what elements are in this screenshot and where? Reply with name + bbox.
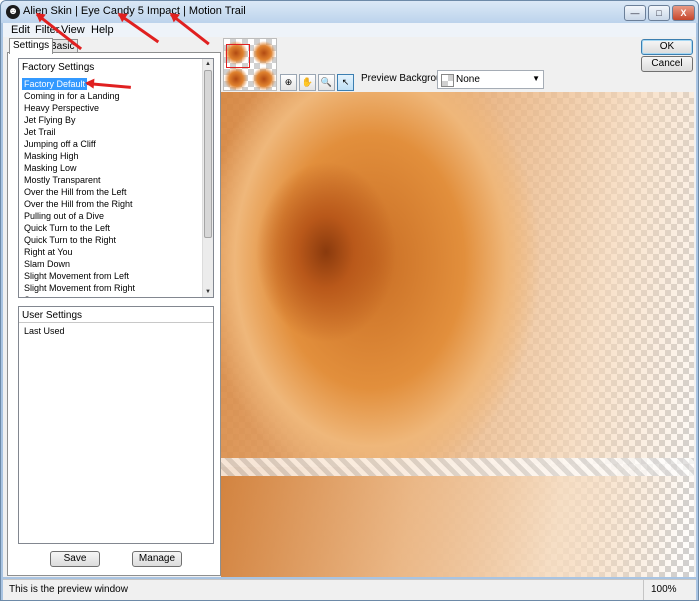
pointer-icon[interactable]: ↖ — [337, 74, 354, 91]
ok-button[interactable]: OK — [641, 39, 693, 55]
chevron-down-icon: ▼ — [532, 74, 540, 83]
scroll-up-icon[interactable]: ▲ — [203, 59, 213, 69]
main-window: ☻ Alien Skin | Eye Candy 5 Impact | Moti… — [0, 0, 699, 601]
zoom-level: 100% — [651, 584, 677, 595]
factory-settings-list[interactable]: Factory Settings Factory Default Coming i… — [18, 58, 214, 298]
factory-scrollbar[interactable]: ▲ ▼ — [202, 59, 213, 297]
list-item[interactable]: Coming in for a Landing — [22, 90, 122, 102]
list-item[interactable]: Over the Hill from the Right — [22, 198, 135, 210]
zoom-icon[interactable]: 🔍 — [318, 74, 335, 91]
before-after-icon[interactable]: ⊕ — [280, 74, 297, 91]
preview-window[interactable] — [221, 92, 694, 577]
list-item[interactable]: Superman — [22, 294, 68, 297]
swatch-icon — [441, 74, 454, 87]
minimize-button[interactable]: — — [624, 5, 646, 21]
list-item[interactable]: Slight Movement from Right — [22, 282, 137, 294]
list-item[interactable]: Pulling out of a Dive — [22, 210, 106, 222]
close-button[interactable]: X — [672, 5, 695, 21]
list-item[interactable]: Masking Low — [22, 162, 79, 174]
navigator-thumbnail[interactable] — [223, 38, 277, 91]
manage-button[interactable]: Manage — [132, 551, 182, 567]
scroll-thumb[interactable] — [204, 70, 212, 238]
maximize-button[interactable]: □ — [648, 5, 670, 21]
alien-skin-logo-icon: ☻ — [6, 5, 20, 19]
preview-background-value: None — [456, 74, 480, 85]
motion-trail-lower — [221, 467, 694, 577]
list-item[interactable]: Slam Down — [22, 258, 72, 270]
menu-help[interactable]: Help — [91, 24, 114, 36]
status-text: This is the preview window — [9, 584, 128, 595]
user-settings-header: User Settings — [22, 310, 83, 321]
factory-settings-header: Factory Settings — [22, 62, 95, 73]
hand-icon[interactable]: ✋ — [299, 74, 316, 91]
list-item[interactable]: Jet Flying By — [22, 114, 78, 126]
divider — [643, 580, 644, 600]
list-item[interactable]: Factory Default — [22, 78, 88, 90]
list-item[interactable]: Heavy Perspective — [22, 102, 101, 114]
cancel-button[interactable]: Cancel — [641, 56, 693, 72]
list-item[interactable]: Slight Movement from Left — [22, 270, 131, 282]
list-item[interactable]: Over the Hill from the Left — [22, 186, 129, 198]
menu-edit[interactable]: Edit — [11, 24, 30, 36]
list-item[interactable]: Quick Turn to the Left — [22, 222, 112, 234]
user-settings-list[interactable]: User Settings Last Used — [18, 306, 214, 544]
dialog-body: Settings Basic Factory Settings Factory … — [3, 37, 696, 577]
list-item[interactable]: Mostly Transparent — [22, 174, 103, 186]
window-title: Alien Skin | Eye Candy 5 Impact | Motion… — [23, 5, 246, 17]
preview-background-select[interactable]: None ▼ — [437, 70, 544, 89]
divider — [19, 322, 213, 323]
tab-settings[interactable]: Settings — [9, 38, 54, 54]
settings-panel: Factory Settings Factory Default Coming i… — [7, 52, 221, 576]
scroll-down-icon[interactable]: ▼ — [203, 287, 213, 297]
title-bar: ☻ Alien Skin | Eye Candy 5 Impact | Moti… — [1, 1, 698, 23]
list-item[interactable]: Quick Turn to the Right — [22, 234, 118, 246]
list-item[interactable]: Masking High — [22, 150, 81, 162]
status-bar: This is the preview window 100% — [3, 579, 696, 600]
menu-bar: Edit Filter View Help — [3, 23, 696, 37]
transparent-band — [221, 458, 694, 476]
list-item[interactable]: Jet Trail — [22, 126, 58, 138]
list-item[interactable]: Last Used — [22, 325, 67, 337]
list-item[interactable]: Jumping off a Cliff — [22, 138, 98, 150]
list-item[interactable]: Right at You — [22, 246, 75, 258]
viewport-rectangle[interactable] — [226, 44, 250, 68]
save-button[interactable]: Save — [50, 551, 100, 567]
